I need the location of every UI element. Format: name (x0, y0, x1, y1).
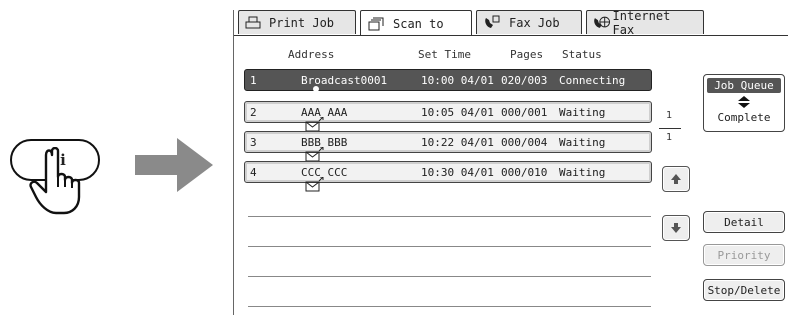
detail-button[interactable]: Detail (703, 211, 785, 233)
printer-icon (245, 16, 261, 28)
tab-divider (234, 35, 788, 36)
job-number: 2 (250, 106, 257, 119)
arrow-down-icon (671, 223, 681, 233)
job-row[interactable]: 1 Broadcast0001 10:00 04/01 020/003 Conn… (244, 69, 652, 101)
job-number: 3 (250, 136, 257, 149)
tab-label: Print Job (269, 15, 335, 30)
job-address: CCC CCC (301, 166, 348, 179)
job-status: Waiting (559, 166, 606, 179)
complete-label: Complete (717, 111, 771, 124)
job-status: Connecting (559, 74, 626, 87)
empty-row-divider (248, 216, 651, 217)
pager-divider (659, 128, 681, 129)
job-address: AAA AAA (301, 106, 348, 119)
job-row[interactable]: 4 CCC CCC 10:30 04/01 000/010 Waiting (244, 161, 652, 192)
right-arrow-icon (135, 138, 213, 192)
job-row[interactable]: 3 BBB BBB 10:22 04/01 000/004 Waiting (244, 131, 652, 162)
job-number: 1 (250, 74, 257, 87)
job-status: Waiting (559, 106, 606, 119)
job-address: Broadcast0001 (301, 74, 388, 87)
fax-icon (485, 15, 500, 28)
priority-button[interactable]: Priority (703, 244, 785, 266)
job-queue-label: Job Queue (707, 78, 781, 93)
tab-scan-to[interactable]: Scan to (360, 10, 472, 36)
scanner-icon (368, 17, 384, 30)
job-address: BBB BBB (301, 136, 348, 149)
job-set-time: 10:00 04/01 (421, 74, 494, 87)
job-status-panel: Print Job Scan to Fax Job Internet Fax A… (233, 8, 788, 315)
job-pages: 000/004 (501, 136, 548, 149)
job-set-time: 10:05 04/01 (421, 106, 494, 119)
tab-internet-fax[interactable]: Internet Fax (586, 8, 704, 37)
job-status: Waiting (559, 136, 606, 149)
tab-label: Internet Fax (612, 8, 671, 37)
scroll-up-button[interactable] (662, 166, 690, 192)
job-pages: 000/001 (501, 106, 548, 119)
arrow-up-icon (671, 174, 681, 184)
toggle-arrows-icon (704, 96, 784, 108)
pointing-hand-icon (29, 147, 81, 215)
job-number: 4 (250, 166, 257, 179)
tab-bar: Print Job Scan to Fax Job Internet Fax (238, 8, 708, 37)
empty-row-divider (248, 276, 651, 277)
empty-row-divider (248, 306, 651, 307)
job-row[interactable]: 2 AAA AAA 10:05 04/01 000/001 Waiting (244, 101, 652, 132)
tab-label: Fax Job (509, 15, 560, 30)
stop-delete-button[interactable]: Stop/Delete (703, 279, 785, 301)
job-pages: 000/010 (501, 166, 548, 179)
job-set-time: 10:30 04/01 (421, 166, 494, 179)
column-header-set-time: Set Time (418, 48, 471, 61)
total-pages: 1 (666, 132, 673, 143)
job-queue-complete-toggle[interactable]: Job Queue Complete (703, 74, 785, 132)
internet-fax-icon (594, 16, 611, 28)
job-pages: 020/003 (501, 74, 548, 87)
column-header-status: Status (562, 48, 602, 61)
empty-row-divider (248, 246, 651, 247)
tab-print-job[interactable]: Print Job (238, 10, 356, 34)
current-page: 1 (666, 110, 673, 121)
tab-label: Scan to (393, 16, 444, 31)
column-header-address: Address (288, 48, 335, 61)
job-set-time: 10:22 04/01 (421, 136, 494, 149)
scroll-down-button[interactable] (662, 215, 690, 241)
column-header-pages: Pages (510, 48, 544, 61)
tab-fax-job[interactable]: Fax Job (476, 10, 582, 34)
